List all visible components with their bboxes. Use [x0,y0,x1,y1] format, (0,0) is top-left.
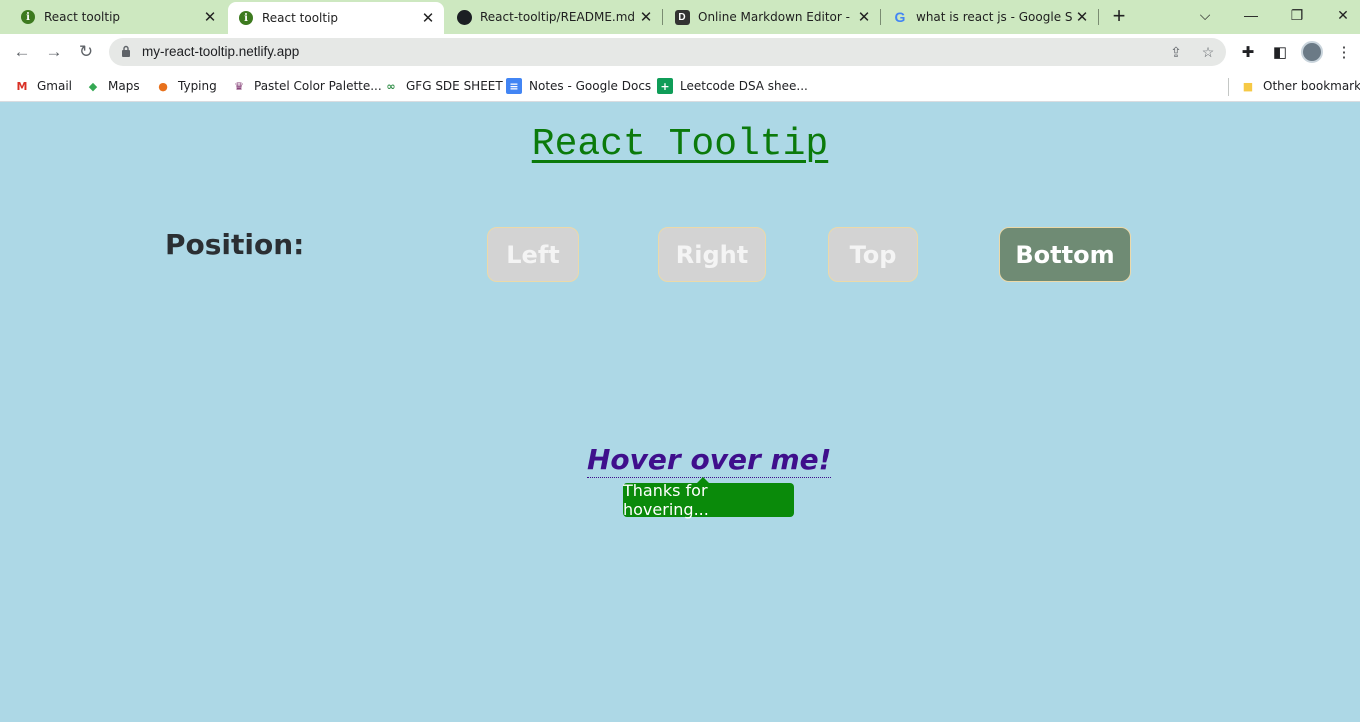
typing-icon: ● [158,79,168,93]
back-arrow-icon[interactable]: ← [10,40,34,64]
top-position-button[interactable]: Top [828,227,918,282]
tab-title: React tooltip [44,10,121,24]
other-bookmarks[interactable]: ■ Other bookmarks [1240,76,1360,96]
gfg-icon: ∞ [386,79,396,93]
tab-react-tooltip-1[interactable]: i React tooltip ✕ [0,0,226,34]
address-bar[interactable]: my-react-tooltip.netlify.app ⇪ ☆ [109,38,1226,66]
tab-title: Online Markdown Editor - Di [698,10,854,24]
info-icon: i [238,10,254,26]
page-title: React Tooltip [531,123,829,166]
bookmark-label: Notes - Google Docs [529,79,652,93]
menu-kebab-icon[interactable]: ⋮ [1334,42,1354,62]
other-bookmarks-label: Other bookmarks [1263,79,1360,93]
share-icon[interactable]: ⇪ [1167,43,1185,61]
new-tab-button[interactable]: + [1108,5,1130,28]
bookmark-notes-docs[interactable]: ≡ Notes - Google Docs [506,76,651,96]
bookmark-leetcode-sheet[interactable]: + Leetcode DSA shee... [657,76,808,96]
bookmark-gfg[interactable]: ∞ GFG SDE SHEET [383,76,503,96]
tab-github-readme[interactable]: React-tooltip/README.md at ✕ [446,0,663,34]
extensions-puzzle-icon[interactable]: ✚ [1238,42,1258,62]
bookmarks-bar: M Gmail ◆ Maps ● Typing ♛ Pastel Color P… [0,70,1360,102]
docs-icon: ≡ [506,78,522,94]
minimize-button[interactable]: — [1228,0,1274,30]
close-icon[interactable]: ✕ [636,7,656,27]
reload-icon[interactable]: ↻ [74,40,98,64]
tab-separator [1098,9,1099,25]
github-icon [456,9,472,25]
palette-icon: ♛ [234,79,244,93]
bookmark-label: GFG SDE SHEET [406,79,503,93]
tab-strip: i React tooltip ✕ i React tooltip ✕ Reac… [0,0,1360,34]
profile-avatar[interactable] [1301,41,1323,63]
tab-separator [662,9,663,25]
bookmark-typing[interactable]: ● Typing [155,76,217,96]
close-icon[interactable]: ✕ [1072,7,1092,27]
close-icon[interactable]: ✕ [200,7,220,27]
tooltip: Thanks for hovering... [623,481,794,519]
tab-react-tooltip-2[interactable]: i React tooltip ✕ [228,2,444,34]
tab-title: React-tooltip/README.md at [480,10,636,24]
folder-icon: ■ [1242,79,1254,93]
tab-search-chevron-icon[interactable]: ⌵ [1182,0,1228,30]
tab-title: React tooltip [262,11,339,25]
url-text: my-react-tooltip.netlify.app [142,44,300,59]
lock-icon [122,45,130,57]
tab-dillinger[interactable]: D Online Markdown Editor - Di ✕ [664,0,881,34]
close-icon[interactable]: ✕ [418,8,438,28]
page-content: React Tooltip Position: Left Right Top B… [0,103,1360,722]
google-icon: G [894,9,906,25]
position-label: Position: [165,228,305,261]
maps-icon: ◆ [88,79,98,93]
bookmark-label: Typing [178,79,217,93]
gmail-icon: M [16,79,28,93]
bookmark-label: Gmail [37,79,73,93]
bookmark-maps[interactable]: ◆ Maps [85,76,140,96]
side-panel-icon[interactable]: ◧ [1270,42,1290,62]
close-icon[interactable]: ✕ [854,7,874,27]
bookmarks-divider [1228,78,1229,96]
bookmark-label: Leetcode DSA shee... [680,79,808,93]
sheets-icon: + [657,78,673,94]
restore-button[interactable]: ❐ [1274,0,1320,30]
bookmark-star-icon[interactable]: ☆ [1199,43,1217,61]
tab-google-search[interactable]: G what is react js - Google Sear ✕ [882,0,1099,34]
forward-arrow-icon[interactable]: → [42,40,66,64]
info-icon: i [20,9,36,25]
bookmark-pastel-palette[interactable]: ♛ Pastel Color Palette... [231,76,382,96]
hover-target-text[interactable]: Hover over me! [587,443,832,478]
tab-title: what is react js - Google Sear [916,10,1072,24]
dillinger-icon: D [674,9,690,25]
tab-separator [880,9,881,25]
browser-toolbar: ← → ↻ my-react-tooltip.netlify.app ⇪ ☆ ✚… [0,34,1360,70]
right-position-button[interactable]: Right [658,227,766,282]
bottom-position-button[interactable]: Bottom [999,227,1131,282]
close-window-button[interactable]: ✕ [1320,0,1360,30]
left-position-button[interactable]: Left [487,227,579,282]
bookmark-gmail[interactable]: M Gmail [14,76,73,96]
bookmark-label: Pastel Color Palette... [254,79,382,93]
bookmark-label: Maps [108,79,140,93]
